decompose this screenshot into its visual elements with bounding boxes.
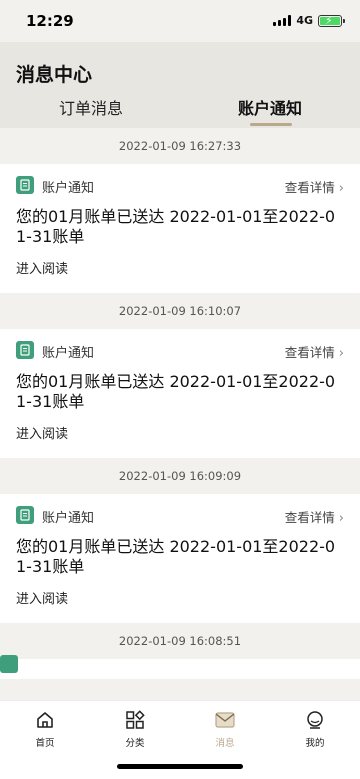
battery-charging-icon: ⚡ <box>318 14 345 27</box>
message-group: 2022-01-09 16:10:07 账户通知 查看详情 › 您的01月账单已送… <box>0 293 360 458</box>
tabbar-label-message: 消息 <box>215 738 235 749</box>
message-card-header: 账户通知 查看详情 › <box>16 494 344 537</box>
message-card[interactable]: 账户通知 查看详情 › 您的01月账单已送达 2022-01-01至2022-01… <box>0 494 360 623</box>
view-details-link[interactable]: 查看详情 › <box>285 507 344 526</box>
message-card[interactable] <box>0 655 360 679</box>
status-bar: 12:29 4G ⚡ <box>0 0 360 42</box>
message-card[interactable]: 账户通知 查看详情 › 您的01月账单已送达 2022-01-01至2022-01… <box>0 329 360 458</box>
view-details-label: 查看详情 <box>284 345 335 360</box>
status-indicators: 4G ⚡ <box>273 14 345 27</box>
tabbar-item-home[interactable]: 首页 <box>15 709 75 749</box>
tabbar-label-home: 首页 <box>35 738 55 749</box>
message-type: 账户通知 <box>42 346 95 361</box>
view-details-label: 查看详情 <box>284 180 335 195</box>
home-indicator <box>117 764 243 769</box>
read-link[interactable]: 进入阅读 <box>16 423 68 442</box>
screen: 12:29 4G ⚡ 消息中心 订单消息 账户通知 2022-01-09 16:… <box>0 0 360 779</box>
tabbar-label-profile: 我的 <box>305 738 325 749</box>
tabbar-item-category[interactable]: 分类 <box>105 709 165 749</box>
message-timestamp: 2022-01-09 16:10:07 <box>0 293 360 329</box>
message-timestamp: 2022-01-09 16:27:33 <box>0 128 360 164</box>
message-group: 2022-01-09 16:09:09 账户通知 查看详情 › 您的01月账单已送… <box>0 458 360 623</box>
view-details-label: 查看详情 <box>284 510 335 525</box>
chevron-right-icon: › <box>338 181 344 196</box>
message-title: 您的01月账单已送达 2022-01-01至2022-01-31账单 <box>16 207 336 246</box>
profile-icon <box>285 709 345 731</box>
document-icon <box>16 341 34 359</box>
page-title: 消息中心 <box>16 64 93 86</box>
document-icon <box>16 506 34 524</box>
view-details-link[interactable]: 查看详情 › <box>285 177 344 196</box>
document-icon <box>16 176 34 194</box>
chevron-right-icon: › <box>338 511 344 526</box>
tabbar-item-profile[interactable]: 我的 <box>285 709 345 749</box>
message-group: 2022-01-09 16:08:51 <box>0 623 360 679</box>
read-link[interactable]: 进入阅读 <box>16 258 68 277</box>
category-icon <box>105 709 165 731</box>
message-timestamp: 2022-01-09 16:09:09 <box>0 458 360 494</box>
tabbar-item-message[interactable]: 消息 <box>195 709 255 749</box>
message-title: 您的01月账单已送达 2022-01-01至2022-01-31账单 <box>16 372 336 411</box>
page-header: 消息中心 订单消息 账户通知 <box>0 42 360 128</box>
message-card-header: 账户通知 查看详情 › <box>16 329 344 372</box>
message-title: 您的01月账单已送达 2022-01-01至2022-01-31账单 <box>16 537 336 576</box>
message-group: 2022-01-09 16:27:33 账户通知 查看详情 › 您的01月账单已送… <box>0 128 360 293</box>
active-tab-indicator <box>250 123 292 126</box>
view-details-link[interactable]: 查看详情 › <box>285 342 344 361</box>
message-type: 账户通知 <box>42 511 95 526</box>
network-label: 4G <box>296 14 313 27</box>
status-time: 12:29 <box>26 12 74 30</box>
message-type: 账户通知 <box>42 181 95 196</box>
message-timestamp: 2022-01-09 16:08:51 <box>0 623 360 659</box>
tab-account-notifications[interactable]: 账户通知 <box>238 95 302 119</box>
message-icon <box>195 709 255 731</box>
message-card-header: 账户通知 查看详情 › <box>16 164 344 207</box>
message-card[interactable]: 账户通知 查看详情 › 您的01月账单已送达 2022-01-01至2022-01… <box>0 164 360 293</box>
document-icon <box>0 655 18 673</box>
tabbar-label-category: 分类 <box>125 738 145 749</box>
message-list[interactable]: 2022-01-09 16:27:33 账户通知 查看详情 › 您的01月账单已送… <box>0 128 360 700</box>
signal-bars-icon <box>273 15 292 26</box>
chevron-right-icon: › <box>338 346 344 361</box>
home-icon <box>15 709 75 731</box>
read-link[interactable]: 进入阅读 <box>16 588 68 607</box>
tab-order-messages[interactable]: 订单消息 <box>59 95 123 119</box>
